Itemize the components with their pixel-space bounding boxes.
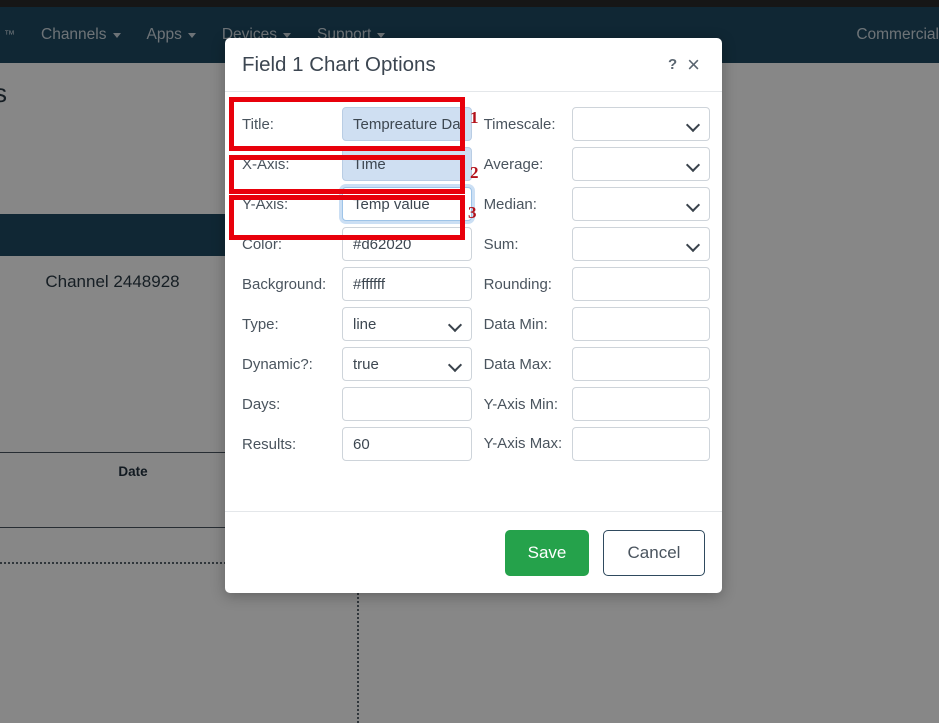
dialog-title: Field 1 Chart Options <box>242 52 436 76</box>
screen: ™ Channels Apps Devices Support Commerci… <box>0 0 939 723</box>
dialog-header-icons: ? × <box>668 53 700 76</box>
fields-columns: Title: Tempreature Da X-Axis: Time Y-Axi… <box>225 104 722 464</box>
field-row-color: Color: #d62020 <box>242 224 472 264</box>
dialog-body: Title: Tempreature Da X-Axis: Time Y-Axi… <box>225 92 722 511</box>
label-results: Results: <box>242 435 297 453</box>
input-rounding[interactable] <box>571 267 710 301</box>
cancel-button[interactable]: Cancel <box>603 529 705 576</box>
input-y-axis-value: Temp value <box>353 195 430 213</box>
field-row-sum: Sum: <box>484 224 710 264</box>
label-days: Days: <box>242 395 281 413</box>
input-title-value: Tempreature Da <box>353 115 461 133</box>
label-data-min: Data Min: <box>483 315 548 333</box>
label-dynamic: Dynamic?: <box>242 355 313 373</box>
label-title: Title: <box>242 115 274 133</box>
input-y-axis-max[interactable] <box>571 427 710 461</box>
field-row-data-max: Data Max: <box>484 344 710 384</box>
select-median[interactable] <box>571 187 710 221</box>
field-row-type: Type: line <box>242 304 472 344</box>
dialog-header: Field 1 Chart Options ? × <box>225 38 722 92</box>
select-type[interactable]: line <box>342 307 472 341</box>
field-row-y-axis-min: Y-Axis Min: <box>484 384 710 424</box>
help-icon[interactable]: ? <box>668 56 677 73</box>
label-color: Color: <box>242 235 283 253</box>
label-type: Type: <box>242 315 279 333</box>
left-field-column: Title: Tempreature Da X-Axis: Time Y-Axi… <box>242 104 472 464</box>
field-row-days: Days: <box>242 384 472 424</box>
field-row-median: Median: <box>484 184 710 224</box>
field-row-dynamic: Dynamic?: true <box>242 344 472 384</box>
input-data-max[interactable] <box>571 347 710 381</box>
field-row-timescale: Timescale: <box>484 104 710 144</box>
input-x-axis-value: Time <box>353 155 386 173</box>
label-median: Median: <box>483 195 537 213</box>
input-y-axis[interactable]: Temp value <box>342 187 472 221</box>
select-sum[interactable] <box>571 227 710 261</box>
right-field-column: Timescale: Average: Median: Sum: Roundin… <box>484 104 710 464</box>
field-row-x-axis: X-Axis: Time <box>242 144 472 184</box>
input-x-axis[interactable]: Time <box>342 147 472 181</box>
input-results[interactable]: 60 <box>342 427 472 461</box>
annotation-number-1: 1 <box>470 108 479 127</box>
field-row-y-axis-max: Y-Axis Max: <box>484 424 710 464</box>
input-y-axis-min[interactable] <box>571 387 710 421</box>
annotation-number-3: 3 <box>468 203 477 222</box>
select-dynamic-value: true <box>353 355 379 373</box>
field-row-rounding: Rounding: <box>484 264 710 304</box>
select-type-value: line <box>353 315 377 333</box>
label-sum: Sum: <box>483 235 519 253</box>
field-row-data-min: Data Min: <box>484 304 710 344</box>
input-color-value: #d62020 <box>353 235 412 253</box>
field-row-results: Results: 60 <box>242 424 472 464</box>
label-y-axis: Y-Axis: <box>242 195 289 213</box>
input-color[interactable]: #d62020 <box>342 227 472 261</box>
input-data-min[interactable] <box>571 307 710 341</box>
field-row-average: Average: <box>484 144 710 184</box>
save-button[interactable]: Save <box>505 529 589 576</box>
label-background: Background: <box>242 275 327 293</box>
input-background-value: #ffffff <box>353 275 385 293</box>
annotation-number-2: 2 <box>470 163 479 182</box>
dialog-footer: Save Cancel <box>225 511 722 593</box>
input-background[interactable]: #ffffff <box>342 267 472 301</box>
label-data-max: Data Max: <box>483 355 552 373</box>
select-average[interactable] <box>571 147 710 181</box>
field-row-title: Title: Tempreature Da <box>242 104 472 144</box>
input-title[interactable]: Tempreature Da <box>342 107 472 141</box>
label-x-axis: X-Axis: <box>242 155 290 173</box>
label-y-axis-min: Y-Axis Min: <box>483 395 559 413</box>
input-results-value: 60 <box>353 435 370 453</box>
label-y-axis-max: Y-Axis Max: <box>483 434 563 452</box>
input-days[interactable] <box>342 387 472 421</box>
field-row-background: Background: #ffffff <box>242 264 472 304</box>
close-icon[interactable]: × <box>687 53 700 76</box>
field-row-y-axis: Y-Axis: Temp value <box>242 184 472 224</box>
label-rounding: Rounding: <box>483 275 552 293</box>
label-average: Average: <box>483 155 544 173</box>
select-dynamic[interactable]: true <box>342 347 472 381</box>
label-timescale: Timescale: <box>483 115 556 133</box>
select-timescale[interactable] <box>571 107 710 141</box>
